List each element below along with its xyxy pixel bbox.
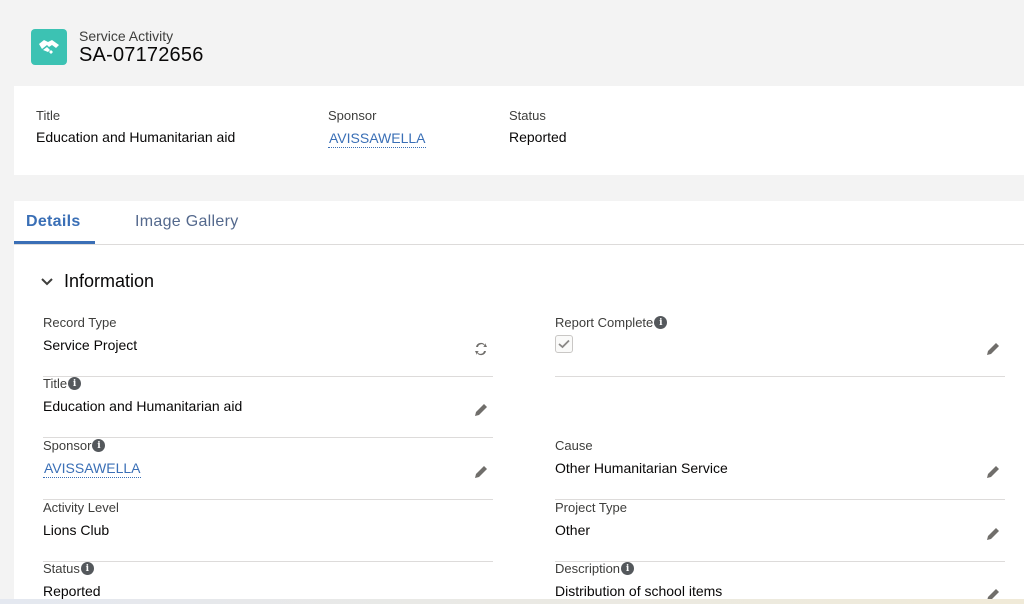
info-icon[interactable]: i (654, 316, 668, 329)
highlight-sponsor-link[interactable]: AVISSAWELLA (328, 130, 427, 148)
field-label: Activity Level (43, 500, 119, 515)
info-icon[interactable]: i (92, 439, 106, 452)
pencil-icon (987, 466, 999, 478)
highlight-status: Status Reported (509, 108, 567, 145)
highlight-sponsor-label: Sponsor (328, 108, 377, 123)
record-title: SA-07172656 (79, 44, 204, 66)
highlight-title: Title Education and Humanitarian aid (36, 108, 235, 145)
info-icon[interactable]: i (68, 377, 82, 390)
edit-report-complete-button[interactable] (985, 341, 1001, 357)
field-cause: Cause Other Humanitarian Service (555, 438, 1005, 500)
chevron-down-icon (41, 277, 53, 285)
pencil-icon (987, 343, 999, 355)
highlight-title-label: Title (36, 108, 61, 123)
highlight-sponsor: Sponsor AVISSAWELLA (328, 108, 427, 148)
field-label: Report Complete (555, 315, 654, 330)
tab-image-gallery[interactable]: Image Gallery (135, 213, 239, 231)
field-value: Other (555, 522, 591, 538)
report-complete-checkbox (555, 335, 573, 353)
object-type-label: Service Activity (79, 28, 174, 44)
sponsor-link[interactable]: AVISSAWELLA (43, 460, 142, 478)
field-value: Distribution of school items (555, 583, 723, 599)
field-value: Lions Club (43, 522, 110, 538)
highlight-status-value: Reported (509, 129, 567, 145)
field-description: Description i Distribution of school item… (555, 561, 1005, 604)
field-value: Other Humanitarian Service (555, 460, 728, 476)
field-label: Status (43, 561, 80, 576)
field-label: Title (43, 376, 68, 391)
handshake-icon (31, 29, 67, 65)
field-label: Cause (555, 438, 593, 453)
info-icon[interactable]: i (621, 562, 635, 575)
record-header: Service Activity SA-07172656 (0, 0, 1024, 85)
highlights-panel: Title Education and Humanitarian aid Spo… (14, 86, 1024, 175)
pencil-icon (475, 404, 487, 416)
field-title: Title i Education and Humanitarian aid (43, 376, 493, 438)
field-label: Sponsor (43, 438, 92, 453)
field-value: Education and Humanitarian aid (43, 398, 243, 414)
tab-details[interactable]: Details (26, 213, 81, 231)
field-project-type: Project Type Other (555, 500, 1005, 562)
pencil-icon (475, 466, 487, 478)
info-icon[interactable]: i (80, 562, 94, 575)
tab-bar: Details Image Gallery (14, 201, 1024, 245)
pencil-icon (987, 528, 999, 540)
edit-sponsor-button[interactable] (473, 464, 489, 480)
highlight-title-value: Education and Humanitarian aid (36, 129, 236, 145)
checkmark-icon (558, 339, 570, 349)
section-title: Information (64, 271, 155, 291)
edit-cause-button[interactable] (985, 464, 1001, 480)
field-value: Service Project (43, 337, 138, 353)
active-tab-indicator (14, 241, 95, 244)
details-card: Details Image Gallery Information Record… (14, 201, 1024, 604)
change-record-type-icon[interactable] (473, 341, 489, 357)
field-label: Description (555, 561, 621, 576)
field-report-complete: Report Complete i (555, 315, 1005, 377)
field-label: Record Type (43, 315, 117, 330)
section-toggle-information[interactable]: Information (40, 271, 154, 292)
field-status: Status i Reported (43, 561, 493, 604)
edit-project-type-button[interactable] (985, 526, 1001, 542)
edit-title-button[interactable] (473, 402, 489, 418)
field-activity-level: Activity Level Lions Club (43, 500, 493, 562)
bottom-strip (0, 599, 1024, 604)
field-record-type: Record Type Service Project (43, 315, 493, 377)
field-label: Project Type (555, 500, 628, 515)
highlight-status-label: Status (509, 108, 546, 123)
field-sponsor: Sponsor i AVISSAWELLA (43, 438, 493, 500)
field-value: Reported (43, 583, 101, 599)
